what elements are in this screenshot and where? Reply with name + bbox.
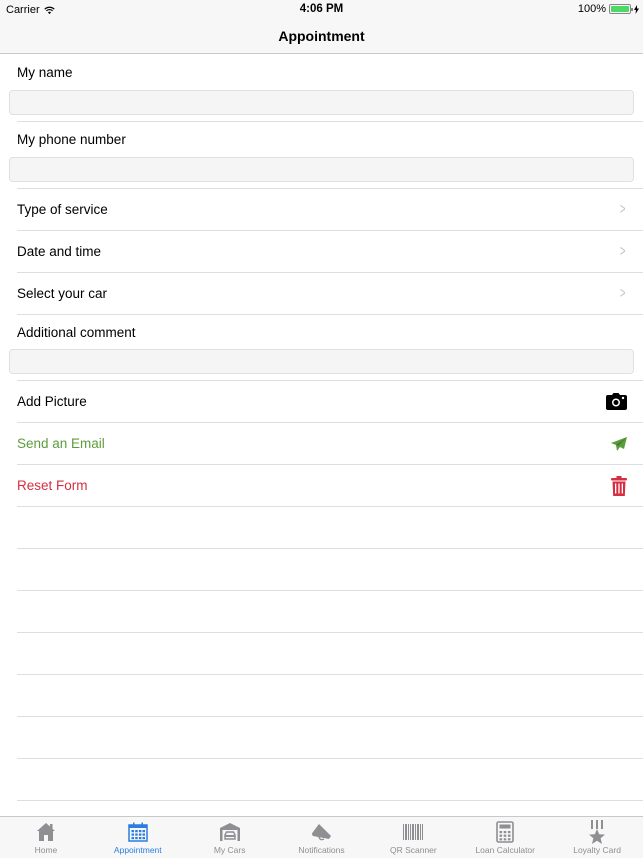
tab-label: Loan Calculator bbox=[475, 845, 535, 855]
tab-label: Appointment bbox=[113, 845, 162, 855]
page-title: Appointment bbox=[278, 28, 365, 44]
tab-notifications[interactable]: Notifications bbox=[276, 817, 368, 858]
tab-home[interactable]: Home bbox=[0, 817, 92, 858]
garage-icon bbox=[219, 821, 241, 843]
empty-row bbox=[0, 507, 643, 548]
type-of-service-label: Type of service bbox=[17, 202, 108, 217]
type-of-service-row[interactable]: Type of service > bbox=[0, 189, 643, 230]
empty-row bbox=[0, 591, 643, 632]
barcode-icon bbox=[402, 821, 424, 843]
tab-loyalty-card[interactable]: Loyalty Card bbox=[551, 817, 643, 858]
chevron-right-icon: > bbox=[619, 284, 626, 302]
send-email-button[interactable]: Send an Email bbox=[0, 423, 643, 464]
empty-row bbox=[0, 717, 643, 758]
navigation-bar: Appointment bbox=[0, 20, 643, 54]
tab-label: QR Scanner bbox=[389, 845, 437, 855]
clock: 4:06 PM bbox=[299, 3, 344, 15]
phone-label: My phone number bbox=[17, 132, 126, 147]
reset-form-button[interactable]: Reset Form bbox=[0, 465, 643, 506]
send-email-label: Send an Email bbox=[17, 436, 105, 451]
comment-input[interactable] bbox=[9, 349, 634, 374]
charging-icon bbox=[634, 4, 639, 14]
tab-appointment[interactable]: Appointment bbox=[92, 817, 184, 858]
battery-fill bbox=[611, 6, 629, 12]
date-and-time-label: Date and time bbox=[17, 244, 102, 259]
battery-group: 100% bbox=[578, 3, 639, 15]
calendar-icon bbox=[128, 821, 148, 843]
tab-label: Notifications bbox=[298, 845, 345, 855]
empty-row bbox=[0, 633, 643, 674]
divider bbox=[17, 800, 643, 801]
appointment-form: My name My phone number Type of service … bbox=[0, 55, 643, 801]
empty-row bbox=[0, 549, 643, 590]
add-picture-label: Add Picture bbox=[17, 394, 87, 409]
phone-input[interactable] bbox=[9, 157, 634, 182]
tab-label: My Cars bbox=[213, 845, 246, 855]
tab-qr-scanner[interactable]: QR Scanner bbox=[367, 817, 459, 858]
status-bar: Carrier 4:06 PM 100% bbox=[0, 0, 643, 20]
medal-icon bbox=[587, 820, 607, 844]
select-car-row[interactable]: Select your car > bbox=[0, 273, 643, 314]
camera-icon bbox=[606, 393, 627, 410]
select-car-label: Select your car bbox=[17, 286, 108, 301]
tab-my-cars[interactable]: My Cars bbox=[184, 817, 276, 858]
chevron-right-icon: > bbox=[619, 242, 626, 260]
paper-plane-icon bbox=[611, 436, 627, 451]
empty-row bbox=[0, 675, 643, 716]
tab-label: Loyalty Card bbox=[573, 845, 621, 855]
battery-icon bbox=[609, 4, 633, 14]
calculator-icon bbox=[496, 821, 515, 843]
comment-label: Additional comment bbox=[17, 324, 136, 340]
tab-loan-calculator[interactable]: Loan Calculator bbox=[459, 817, 551, 858]
name-input[interactable] bbox=[9, 90, 634, 115]
tab-label: Home bbox=[34, 845, 58, 855]
chevron-right-icon: > bbox=[619, 200, 626, 218]
home-icon bbox=[36, 821, 56, 843]
reset-form-label: Reset Form bbox=[17, 478, 88, 493]
tab-bar: Home Appointment My Cars Notifications Q… bbox=[0, 816, 643, 858]
empty-row bbox=[0, 759, 643, 800]
date-and-time-row[interactable]: Date and time > bbox=[0, 231, 643, 272]
trash-icon bbox=[611, 475, 627, 496]
battery-percent: 100% bbox=[577, 3, 606, 15]
megaphone-icon bbox=[311, 821, 333, 843]
name-label: My name bbox=[17, 65, 73, 80]
add-picture-button[interactable]: Add Picture bbox=[0, 381, 643, 422]
